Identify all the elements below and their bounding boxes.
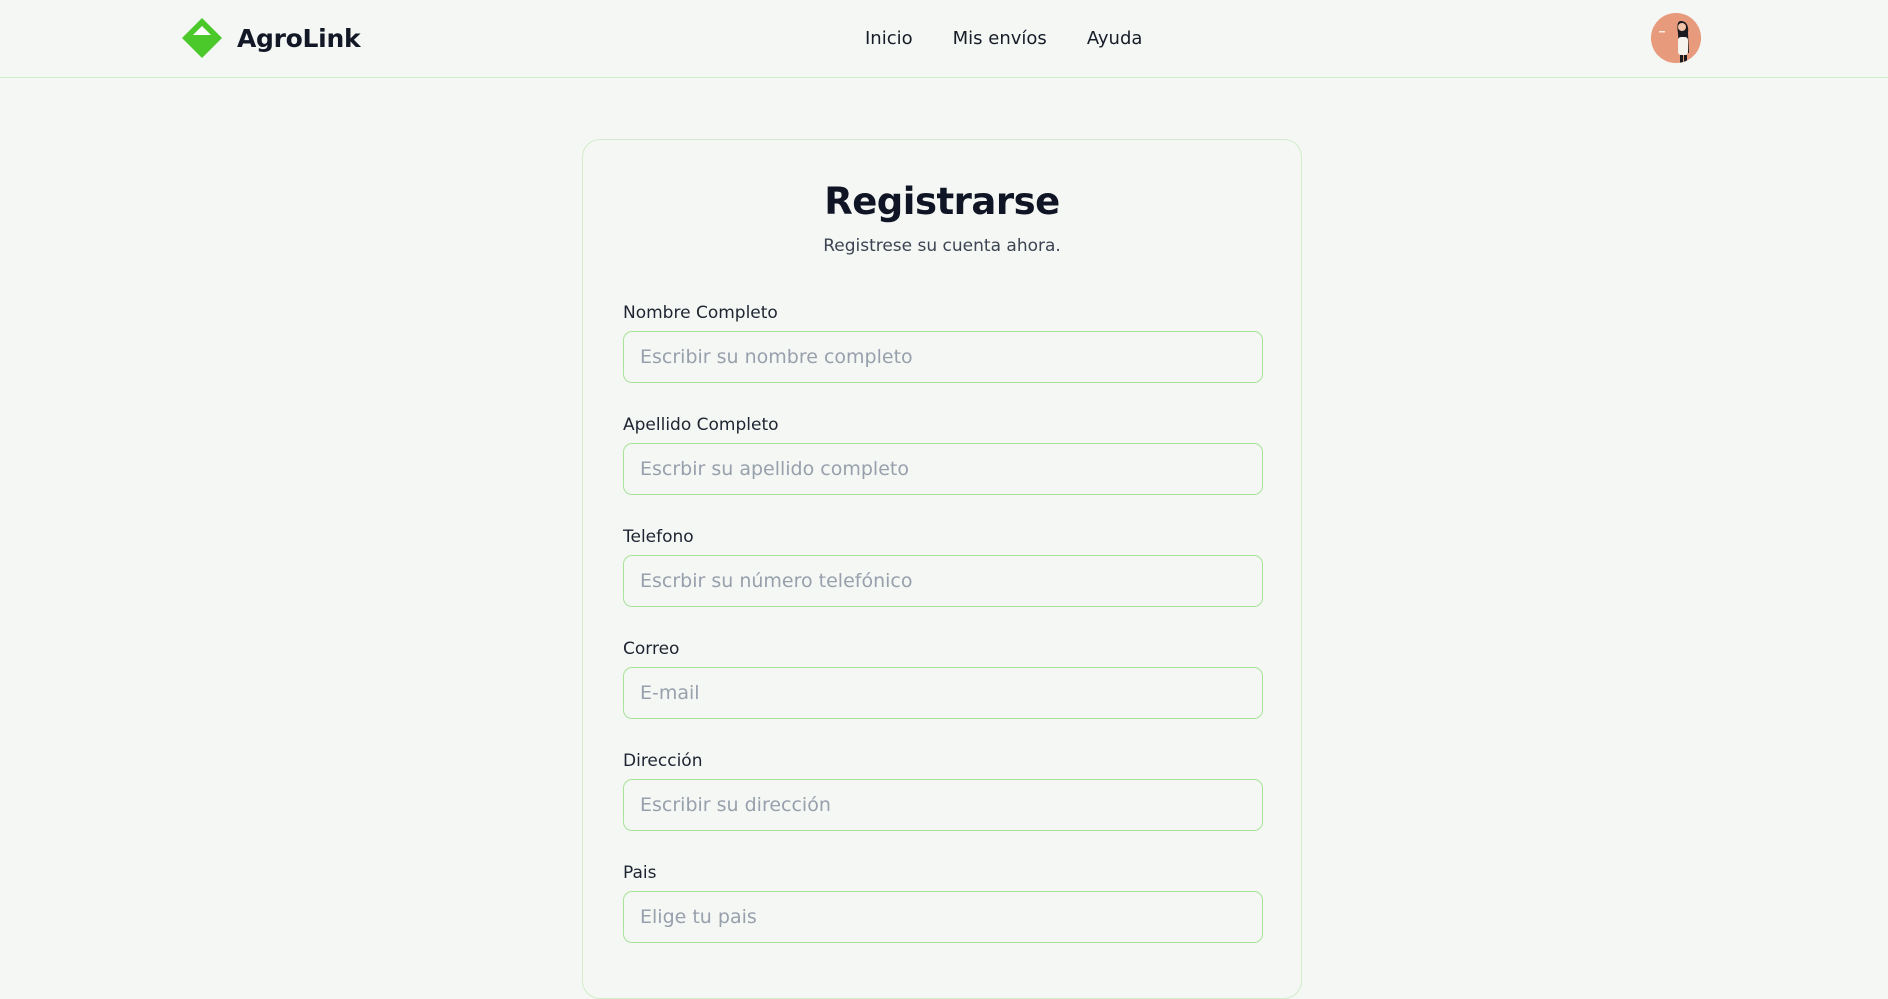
nombre-label: Nombre Completo bbox=[623, 303, 778, 323]
apellido-input[interactable] bbox=[623, 443, 1263, 495]
agrolink-diamond-icon bbox=[182, 18, 222, 58]
telefono-label: Telefono bbox=[623, 527, 694, 547]
nav-link-mis-envios[interactable]: Mis envíos bbox=[953, 24, 1047, 54]
field-nombre: Nombre Completo bbox=[623, 302, 1263, 383]
apellido-label: Apellido Completo bbox=[623, 415, 779, 435]
brand-name: AgroLink bbox=[237, 23, 361, 53]
page-title: Registrarse bbox=[824, 180, 1060, 223]
field-apellido: Apellido Completo bbox=[623, 414, 1263, 495]
direccion-label: Dirección bbox=[623, 751, 703, 771]
top-navbar: AgroLink Inicio Mis envíos Ayuda bbox=[0, 0, 1888, 78]
pais-label: Pais bbox=[623, 863, 657, 883]
field-direccion: Dirección bbox=[623, 750, 1263, 831]
main-nav: Inicio Mis envíos Ayuda bbox=[865, 24, 1142, 54]
user-avatar-icon bbox=[1651, 13, 1701, 63]
user-avatar[interactable] bbox=[1651, 13, 1701, 63]
field-pais: Pais bbox=[623, 862, 1263, 943]
nav-link-ayuda[interactable]: Ayuda bbox=[1087, 24, 1143, 54]
register-card: Registrarse Registrese su cuenta ahora. … bbox=[582, 139, 1302, 999]
brand-logo-link[interactable]: AgroLink bbox=[182, 18, 361, 58]
field-correo: Correo bbox=[623, 638, 1263, 719]
nombre-input[interactable] bbox=[623, 331, 1263, 383]
correo-label: Correo bbox=[623, 639, 680, 659]
telefono-input[interactable] bbox=[623, 555, 1263, 607]
nav-link-inicio[interactable]: Inicio bbox=[865, 24, 913, 54]
page-subtitle: Registrese su cuenta ahora. bbox=[823, 236, 1061, 256]
direccion-input[interactable] bbox=[623, 779, 1263, 831]
field-telefono: Telefono bbox=[623, 526, 1263, 607]
pais-input[interactable] bbox=[623, 891, 1263, 943]
email-input[interactable] bbox=[623, 667, 1263, 719]
